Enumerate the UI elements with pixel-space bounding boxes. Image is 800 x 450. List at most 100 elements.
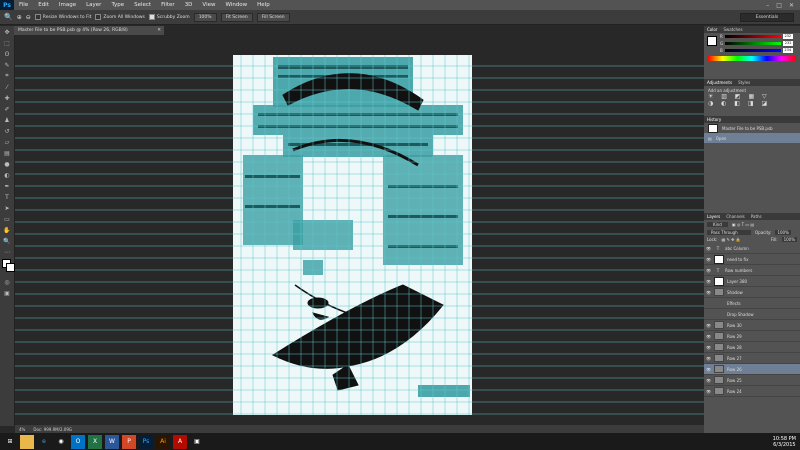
scrubby-zoom-checkbox[interactable]: Scrubby Zoom: [148, 14, 190, 20]
document-canvas[interactable]: [233, 55, 472, 415]
tab-channels[interactable]: Channels: [726, 214, 745, 219]
zoom-100-button[interactable]: 100%: [193, 12, 217, 22]
tab-color[interactable]: Color: [707, 27, 717, 32]
tab-styles[interactable]: Styles: [738, 80, 750, 85]
explorer-icon[interactable]: [20, 434, 34, 449]
menu-file[interactable]: File: [14, 2, 33, 8]
filter-kind-select[interactable]: Kind: [707, 222, 728, 227]
workspace-select[interactable]: Essentials: [740, 12, 794, 22]
adjustment-icons-row-1[interactable]: ☀ ▥ ◩ ▦ ▽: [708, 93, 796, 100]
zoom-in-icon[interactable]: ⊕: [17, 14, 22, 21]
visibility-eye-icon[interactable]: 👁: [706, 389, 711, 394]
healing-tool-icon[interactable]: ✚: [2, 93, 12, 103]
pen-tool-icon[interactable]: ✒: [2, 181, 12, 191]
fit-screen-button[interactable]: Fit Screen: [220, 12, 253, 22]
blur-tool-icon[interactable]: ●: [2, 159, 12, 169]
menu-3d[interactable]: 3D: [180, 2, 198, 8]
menu-image[interactable]: Image: [54, 2, 81, 8]
zoom-all-windows-checkbox[interactable]: Zoom All Windows: [95, 14, 145, 20]
hand-tool-icon[interactable]: ✋: [2, 225, 12, 235]
red-slider[interactable]: R 232: [716, 33, 800, 40]
path-select-tool-icon[interactable]: ➤: [2, 203, 12, 213]
gradient-tool-icon[interactable]: ▤: [2, 148, 12, 158]
outlook-icon[interactable]: O: [71, 434, 85, 449]
opacity-input[interactable]: 100%: [775, 230, 791, 235]
eraser-tool-icon[interactable]: ▱: [2, 137, 12, 147]
brush-tool-icon[interactable]: ✐: [2, 104, 12, 114]
menu-layer[interactable]: Layer: [81, 2, 106, 8]
windows-start-icon[interactable]: ⊞: [3, 435, 17, 449]
close-icon[interactable]: ✕: [789, 2, 794, 9]
zoom-tool-sidebar-icon[interactable]: 🔍: [2, 236, 12, 246]
chrome-icon[interactable]: ◉: [54, 435, 68, 449]
visibility-eye-icon[interactable]: 👁: [706, 378, 711, 383]
visibility-eye-icon[interactable]: 👁: [706, 367, 711, 372]
extra-tools-icon[interactable]: ⋯: [2, 247, 12, 257]
quick-mask-icon[interactable]: ◎: [2, 277, 12, 287]
tab-history[interactable]: History: [707, 117, 721, 122]
illustrator-taskbar-icon[interactable]: Ai: [156, 434, 170, 449]
ie-icon[interactable]: e: [37, 435, 51, 449]
green-slider[interactable]: G 232: [716, 40, 800, 47]
layer-row[interactable]: 👁 Row 24: [704, 386, 800, 397]
zoom-level[interactable]: 4%: [19, 427, 25, 432]
type-tool-icon[interactable]: T: [2, 192, 12, 202]
system-clock[interactable]: 10:58 PM 6/3/2015: [773, 436, 796, 448]
menu-edit[interactable]: Edit: [33, 2, 54, 8]
color-swatches[interactable]: [2, 259, 15, 275]
visibility-eye-icon[interactable]: 👁: [706, 323, 711, 328]
layer-row[interactable]: 👁 Row 28: [704, 342, 800, 353]
lock-icons[interactable]: ▦ ✎ ✥ 🔒: [721, 237, 740, 242]
foreground-swatch[interactable]: [707, 36, 717, 46]
history-brush-tool-icon[interactable]: ↺: [2, 126, 12, 136]
shape-tool-icon[interactable]: ▭: [2, 214, 12, 224]
zoom-tool-icon[interactable]: 🔍: [4, 13, 13, 21]
adjustment-icons-row-2[interactable]: ◑ ◐ ◧ ◨ ◪: [708, 100, 796, 107]
menu-window[interactable]: Window: [220, 2, 252, 8]
filter-icons[interactable]: ▣ ◎ T ▭ ▤: [732, 222, 754, 227]
tab-layers[interactable]: Layers: [707, 214, 720, 219]
visibility-eye-icon[interactable]: 👁: [706, 268, 711, 273]
layer-row[interactable]: 👁 Row 29: [704, 331, 800, 342]
layer-row[interactable]: 👁 Row 26: [704, 364, 800, 375]
minimize-icon[interactable]: –: [766, 2, 769, 9]
quick-select-tool-icon[interactable]: ✎: [2, 60, 12, 70]
dodge-tool-icon[interactable]: ◐: [2, 170, 12, 180]
zoom-out-icon[interactable]: ⊖: [26, 14, 31, 21]
tab-swatches[interactable]: Swatches: [723, 27, 742, 32]
menu-view[interactable]: View: [197, 2, 220, 8]
menu-filter[interactable]: Filter: [156, 2, 180, 8]
acrobat-icon[interactable]: A: [173, 434, 187, 449]
close-tab-icon[interactable]: ✕: [157, 28, 161, 33]
visibility-eye-icon[interactable]: 👁: [706, 356, 711, 361]
history-item-open[interactable]: ▤ Open: [704, 133, 800, 143]
move-tool-icon[interactable]: ✥: [2, 27, 12, 37]
resize-windows-checkbox[interactable]: Resize Windows to Fit: [34, 14, 91, 20]
excel-icon[interactable]: X: [88, 434, 102, 449]
menu-select[interactable]: Select: [129, 2, 156, 8]
layer-row[interactable]: 👁 T Row numbers: [704, 265, 800, 276]
visibility-eye-icon[interactable]: 👁: [706, 246, 711, 251]
ppt-icon[interactable]: P: [122, 434, 136, 449]
tab-paths[interactable]: Paths: [751, 214, 762, 219]
layer-row[interactable]: 👁 Row 27: [704, 353, 800, 364]
layer-row[interactable]: Drop Shadow: [704, 309, 800, 320]
layer-row[interactable]: 👁 need to fix: [704, 254, 800, 265]
stamp-tool-icon[interactable]: ♟: [2, 115, 12, 125]
visibility-eye-icon[interactable]: 👁: [706, 334, 711, 339]
menu-help[interactable]: Help: [252, 2, 275, 8]
word-icon[interactable]: W: [105, 434, 119, 449]
layer-row[interactable]: Effects: [704, 298, 800, 309]
crop-tool-icon[interactable]: ⌗: [2, 71, 12, 81]
screen-mode-icon[interactable]: ▣: [2, 288, 12, 298]
fill-screen-button[interactable]: Fill Screen: [256, 12, 290, 22]
layer-row[interactable]: 👁 Row 30: [704, 320, 800, 331]
marquee-tool-icon[interactable]: ⬚: [2, 38, 12, 48]
maximize-icon[interactable]: □: [776, 2, 782, 9]
layer-row[interactable]: 👁 Row 25: [704, 375, 800, 386]
lasso-tool-icon[interactable]: ʘ: [2, 49, 12, 59]
spectrum-bar[interactable]: [708, 56, 796, 61]
visibility-eye-icon[interactable]: 👁: [706, 290, 711, 295]
layer-row[interactable]: 👁 Layer 380: [704, 276, 800, 287]
layer-row[interactable]: 👁 Tabc Column: [704, 243, 800, 254]
